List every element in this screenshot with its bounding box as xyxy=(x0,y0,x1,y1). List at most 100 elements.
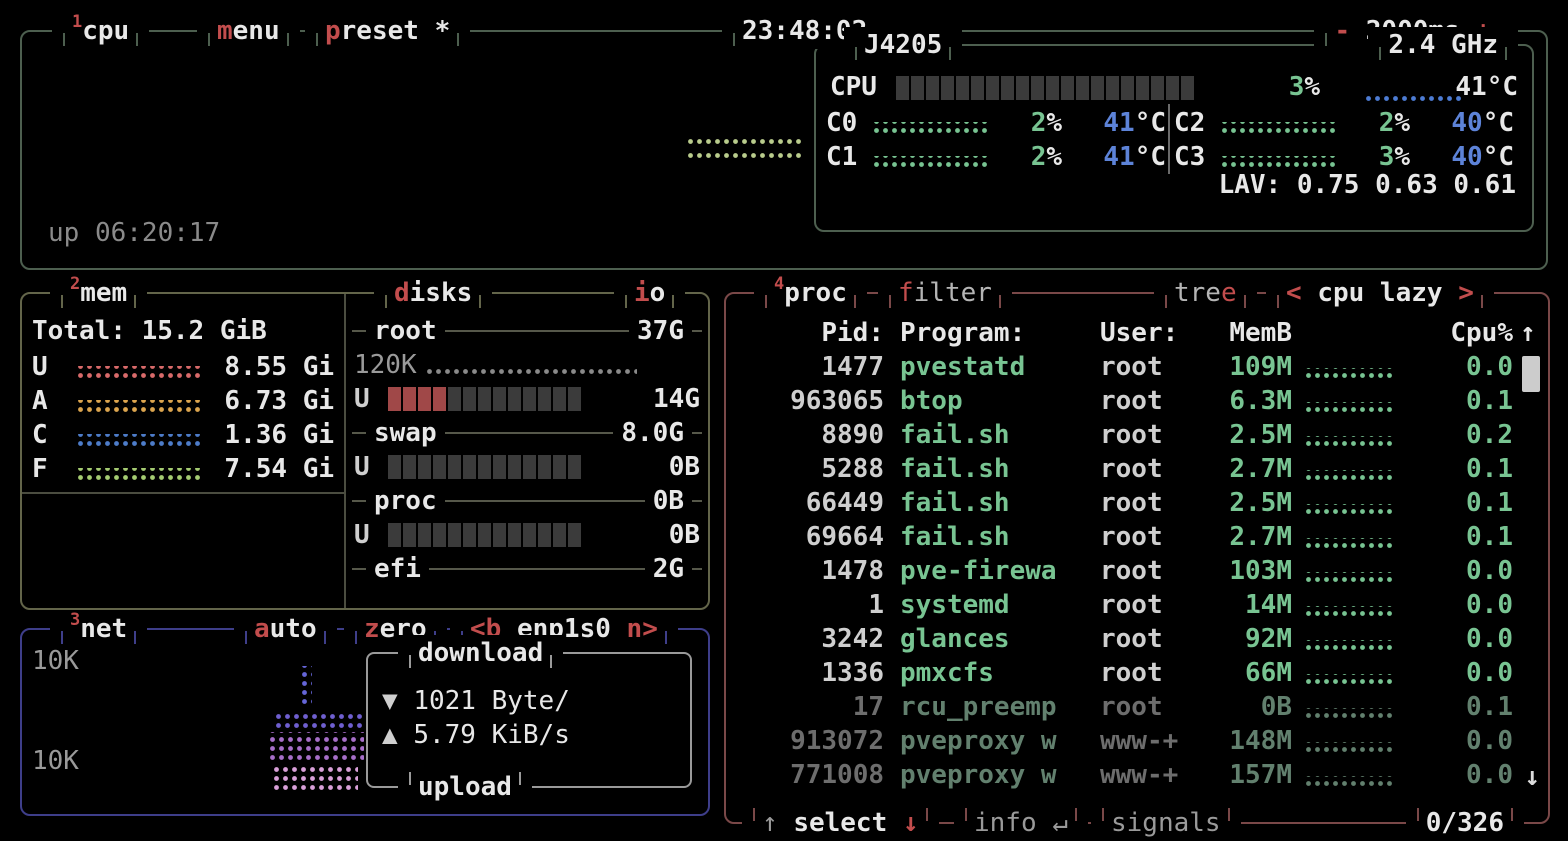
column-mem[interactable]: MemB xyxy=(1200,318,1292,348)
column-program[interactable]: Program: xyxy=(900,318,1098,348)
border-tick xyxy=(999,295,1010,308)
disk-used-value: 0B xyxy=(669,520,700,550)
table-row[interactable]: 69664 fail.sh root 2.7M 0.1 xyxy=(738,522,1536,556)
mem-disks-divider xyxy=(344,294,346,608)
mem-stat-graph xyxy=(76,434,202,448)
zero-hotkey: z xyxy=(364,614,380,644)
sort-mode: cpu lazy xyxy=(1317,278,1442,308)
net-speed-panel: download ▼ 1021 Byte/ ▲ 5.79 KiB/s uploa… xyxy=(366,652,692,788)
process-cpu: 0.0 xyxy=(1403,658,1513,688)
core-usage-graph xyxy=(872,122,990,135)
core-temp: 41°C xyxy=(1062,142,1166,172)
process-name: systemd xyxy=(900,590,1098,620)
table-row[interactable]: 8890 fail.sh root 2.5M 0.2 xyxy=(738,420,1536,454)
signals-button[interactable]: signals xyxy=(1091,805,1241,841)
process-cpu-graph xyxy=(1304,742,1396,754)
io-toggle[interactable]: io xyxy=(614,275,685,311)
scrollbar-thumb[interactable] xyxy=(1522,356,1540,392)
interval-decrease-button[interactable]: - xyxy=(1334,16,1350,46)
table-row[interactable]: 1478 pve-firewa root 103M 0.0 xyxy=(738,556,1536,590)
mem-stat-key: F xyxy=(32,454,72,484)
select-up-icon[interactable]: ↑ xyxy=(762,808,778,838)
border-tick xyxy=(956,808,967,821)
selection-count: 0/326 xyxy=(1426,808,1504,838)
tab-proc[interactable]: 4proc xyxy=(754,275,867,311)
table-row[interactable]: 5288 fail.sh root 2.7M 0.1 xyxy=(738,454,1536,488)
border-tick xyxy=(1228,808,1239,821)
select-down-icon[interactable]: ↓ xyxy=(903,808,919,838)
process-pid: 17 xyxy=(738,692,884,722)
process-cpu: 0.1 xyxy=(1403,386,1513,416)
mem-stat-graph xyxy=(76,366,202,380)
proc-hotkey: 4 xyxy=(774,274,784,294)
table-row[interactable]: 1477 pvestatd root 109M 0.0 xyxy=(738,352,1536,386)
table-row[interactable]: 1336 pmxcfs root 66M 0.0 xyxy=(738,658,1536,692)
column-pid[interactable]: Pid: xyxy=(738,318,884,348)
core-percent: 2% xyxy=(1338,108,1410,138)
border-tick xyxy=(400,772,411,785)
tab-cpu[interactable]: 1cpu xyxy=(52,13,149,49)
disk-root-header: root37G xyxy=(352,314,702,348)
border-tick xyxy=(54,33,65,46)
sort-direction-icon[interactable]: ↑ xyxy=(1520,318,1540,348)
download-label: download xyxy=(418,638,543,668)
border-tick xyxy=(134,295,145,308)
table-row[interactable]: 1 systemd root 14M 0.0 xyxy=(738,590,1536,624)
border-tick xyxy=(479,295,490,308)
table-row[interactable]: 963065 btop root 6.3M 0.1 xyxy=(738,386,1536,420)
table-row[interactable]: 771008 pveproxy w www-+ 157M 0.0 xyxy=(738,760,1536,794)
preset-button[interactable]: preset * xyxy=(305,13,470,49)
border-tick xyxy=(1268,295,1279,308)
process-name: fail.sh xyxy=(900,420,1098,450)
border-tick xyxy=(1093,808,1104,821)
process-cpu-graph xyxy=(1304,640,1396,652)
mem-stat-value: 8.55 Gi xyxy=(206,352,334,382)
mem-stat-key: C xyxy=(32,420,72,450)
table-row[interactable]: 17 rcu_preemp root 0B 0.1 xyxy=(738,692,1536,726)
disk-used-label: U xyxy=(354,520,388,550)
net-traffic-graph xyxy=(274,710,362,730)
border-tick xyxy=(1244,295,1255,308)
net-auto-button[interactable]: auto xyxy=(234,611,337,647)
tree-hotkey: e xyxy=(1221,278,1237,308)
net-scale-top: 10K xyxy=(32,646,79,676)
filter-button[interactable]: filter xyxy=(878,275,1012,311)
cpu-model: J4205 xyxy=(844,27,962,63)
auto-label: uto xyxy=(270,614,317,644)
core-label: C2 xyxy=(1174,108,1220,138)
cpu-detail-panel: J4205 2.4 GHz CPU 3% 41°C C0 2% 41°C C1 … xyxy=(814,44,1534,232)
core-row: C0 2% 41°C xyxy=(826,106,1174,140)
disks-toggle[interactable]: disks xyxy=(374,275,492,311)
column-cpu[interactable]: Cpu% xyxy=(1403,318,1513,348)
sort-next-button[interactable]: > xyxy=(1458,278,1474,308)
core-usage-graph xyxy=(1220,156,1338,169)
cpu-total-percent: 3% xyxy=(1236,72,1320,102)
table-row[interactable]: 913072 pveproxy w www-+ 148M 0.0 xyxy=(738,726,1536,760)
process-cpu-graph xyxy=(1304,708,1396,720)
menu-hotkey: m xyxy=(217,16,233,46)
table-row[interactable]: 3242 glances root 92M 0.0 xyxy=(738,624,1536,658)
cpu-model-label: J4205 xyxy=(864,30,942,60)
selection-counter: 0/326 xyxy=(1406,805,1524,841)
select-control[interactable]: ↑ select ↓ xyxy=(742,805,939,841)
table-row[interactable]: 66449 fail.sh root 2.5M 0.1 xyxy=(738,488,1536,522)
disk-name: swap xyxy=(374,418,437,448)
process-pid: 1336 xyxy=(738,658,884,688)
sort-prev-button[interactable]: < xyxy=(1286,278,1302,308)
upload-label-chip: upload xyxy=(398,769,532,805)
process-name: btop xyxy=(900,386,1098,416)
process-pid: 913072 xyxy=(738,726,884,756)
iface-next-button[interactable]: n> xyxy=(627,614,658,644)
upload-speed: ▲ 5.79 KiB/s xyxy=(382,720,570,750)
tree-button[interactable]: tree xyxy=(1154,275,1257,311)
border-tick xyxy=(236,631,247,644)
tab-net[interactable]: 3net xyxy=(50,611,147,647)
menu-button[interactable]: menu xyxy=(197,13,300,49)
scroll-down-icon[interactable]: ↓ xyxy=(1524,762,1540,792)
mem-stat-value: 7.54 Gi xyxy=(206,454,334,484)
process-cpu-graph xyxy=(1304,368,1396,380)
tab-mem[interactable]: 2mem xyxy=(50,275,147,311)
core-list: C0 2% 41°C C1 2% 41°C C2 2% 40°C C3 xyxy=(826,106,1522,174)
info-button[interactable]: info ↵ xyxy=(954,805,1088,841)
border-tick xyxy=(134,631,145,644)
